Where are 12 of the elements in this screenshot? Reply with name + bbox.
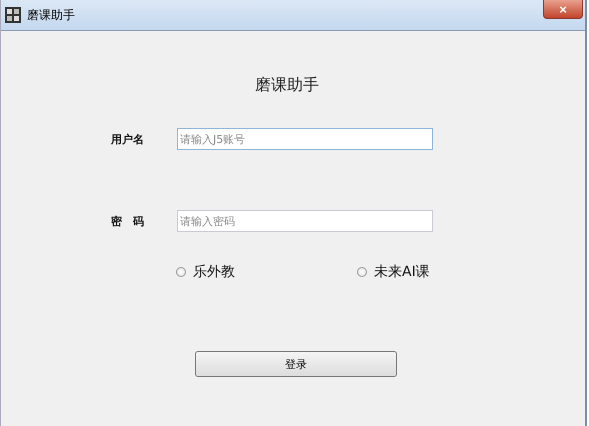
input-field[interactable]: 请输入密码 (177, 210, 433, 232)
app-heading: 磨课助手 (254, 75, 320, 96)
field-label: 用户名 (111, 132, 145, 146)
input-field[interactable]: 请输入J5账号 (177, 128, 433, 150)
field-label: 密 码 (111, 214, 145, 228)
radio-label[interactable]: 乐外教 (193, 263, 235, 281)
window-title: 磨课助手 (27, 6, 75, 24)
login-button[interactable]: 登录 (195, 351, 397, 377)
radio-button[interactable] (176, 267, 186, 277)
app-icon (5, 7, 21, 23)
radio-label[interactable]: 未来AI课 (374, 263, 430, 281)
radio-button[interactable] (357, 267, 367, 277)
